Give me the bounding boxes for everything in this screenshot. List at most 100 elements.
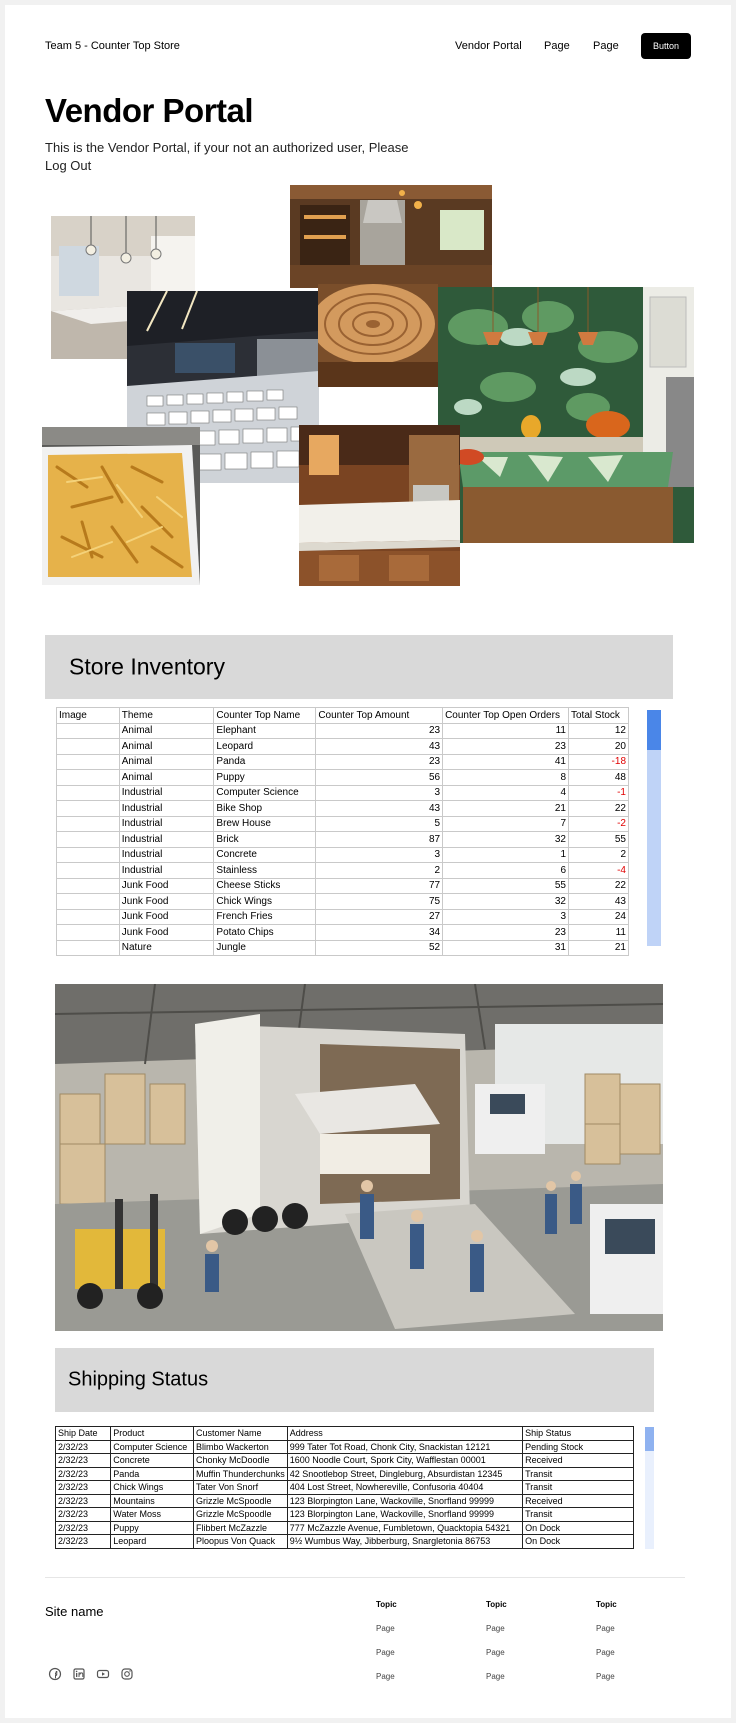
amount-cell[interactable]: 27 [315,908,444,925]
column-header[interactable]: Counter Top Open Orders [442,707,569,724]
theme-cell[interactable]: Animal [118,722,215,739]
open-orders-cell[interactable]: 21 [442,800,569,817]
image-cell[interactable] [56,924,120,941]
total-stock-cell[interactable]: -18 [568,753,629,770]
customer-cell[interactable]: Grizzle McSpoodle [193,1507,288,1522]
footer-link[interactable]: Page [376,1648,456,1662]
total-stock-cell[interactable]: -2 [568,815,629,832]
product-cell[interactable]: Chick Wings [110,1480,195,1495]
footer-link[interactable]: Page [596,1648,676,1662]
column-header[interactable]: Ship Date [54,1426,112,1441]
name-cell[interactable]: Chick Wings [213,893,317,910]
table-row[interactable]: 2/32/23 Puppy Flibbert McZazzle 777 McZazzl… [54,1520,634,1535]
name-cell[interactable]: French Fries [213,908,317,925]
open-orders-cell[interactable]: 32 [442,831,569,848]
ship-date-cell[interactable]: 2/32/23 [54,1480,112,1495]
linkedin-icon[interactable] [72,1667,86,1681]
amount-cell[interactable]: 3 [315,784,444,801]
footer-link[interactable]: Page [486,1624,566,1638]
amount-cell[interactable]: 52 [315,939,444,956]
image-cell[interactable] [56,769,120,786]
open-orders-cell[interactable]: 6 [442,862,569,879]
theme-cell[interactable]: Animal [118,738,215,755]
ship-status-cell[interactable]: Received [522,1493,634,1508]
image-cell[interactable] [56,815,120,832]
image-cell[interactable] [56,722,120,739]
open-orders-cell[interactable]: 23 [442,738,569,755]
image-cell[interactable] [56,893,120,910]
name-cell[interactable]: Panda [213,753,317,770]
theme-cell[interactable]: Junk Food [118,924,215,941]
ship-date-cell[interactable]: 2/32/23 [54,1520,112,1535]
facebook-icon[interactable] [48,1667,62,1681]
column-header[interactable]: Counter Top Amount [315,707,444,724]
address-cell[interactable]: 9½ Wumbus Way, Jibberburg, Snargletonia … [286,1534,524,1549]
amount-cell[interactable]: 5 [315,815,444,832]
nav-link-page-2[interactable]: Page [593,40,619,52]
shipping-scrollbar[interactable] [645,1427,654,1549]
total-stock-cell[interactable]: -4 [568,862,629,879]
table-row[interactable]: 2/32/23 Computer Science Blimbo Wackerton 9… [54,1439,634,1454]
image-cell[interactable] [56,753,120,770]
open-orders-cell[interactable]: 4 [442,784,569,801]
shipping-scrollbar-thumb[interactable] [645,1427,654,1451]
footer-link[interactable]: Page [596,1624,676,1638]
theme-cell[interactable]: Nature [118,939,215,956]
total-stock-cell[interactable]: 20 [568,738,629,755]
footer-link[interactable]: Page [486,1672,566,1686]
footer-link[interactable]: Page [486,1648,566,1662]
customer-cell[interactable]: Grizzle McSpoodle [193,1493,288,1508]
total-stock-cell[interactable]: 48 [568,769,629,786]
total-stock-cell[interactable]: 24 [568,908,629,925]
ship-date-cell[interactable]: 2/32/23 [54,1507,112,1522]
address-cell[interactable]: 999 Tater Tot Road, Chonk City, Snackist… [286,1439,524,1454]
table-row[interactable]: 2/32/23 Leopard Ploopus Von Quack 9½ Wumbus… [54,1534,634,1549]
ship-status-cell[interactable]: On Dock [522,1534,634,1549]
name-cell[interactable]: Brew House [213,815,317,832]
customer-cell[interactable]: Chonky McDoodle [193,1453,288,1468]
table-row[interactable]: Animal Panda 23 41 -18 [56,753,629,770]
product-cell[interactable]: Water Moss [110,1507,195,1522]
column-header[interactable]: Theme [118,707,215,724]
customer-cell[interactable]: Flibbert McZazzle [193,1520,288,1535]
table-row[interactable]: Junk Food French Fries 27 3 24 [56,908,629,925]
theme-cell[interactable]: Industrial [118,831,215,848]
footer-link[interactable]: Page [376,1624,456,1638]
theme-cell[interactable]: Animal [118,753,215,770]
address-cell[interactable]: 1600 Noodle Court, Spork City, Wafflesta… [286,1453,524,1468]
name-cell[interactable]: Computer Science [213,784,317,801]
column-header[interactable]: Address [286,1426,524,1441]
ship-date-cell[interactable]: 2/32/23 [54,1466,112,1481]
image-cell[interactable] [56,939,120,956]
ship-status-cell[interactable]: Pending Stock [522,1439,634,1454]
table-row[interactable]: Animal Leopard 43 23 20 [56,738,629,755]
name-cell[interactable]: Stainless [213,862,317,879]
amount-cell[interactable]: 87 [315,831,444,848]
table-row[interactable]: 2/32/23 Concrete Chonky McDoodle 1600 Noodl… [54,1453,634,1468]
name-cell[interactable]: Jungle [213,939,317,956]
open-orders-cell[interactable]: 3 [442,908,569,925]
theme-cell[interactable]: Industrial [118,862,215,879]
product-cell[interactable]: Panda [110,1466,195,1481]
open-orders-cell[interactable]: 41 [442,753,569,770]
total-stock-cell[interactable]: 43 [568,893,629,910]
table-row[interactable]: Junk Food Potato Chips 34 23 11 [56,924,629,941]
nav-button[interactable]: Button [641,33,691,59]
footer-link[interactable]: Page [376,1672,456,1686]
footer-link[interactable]: Page [596,1672,676,1686]
inventory-scrollbar[interactable] [647,710,661,946]
open-orders-cell[interactable]: 11 [442,722,569,739]
theme-cell[interactable]: Junk Food [118,877,215,894]
total-stock-cell[interactable]: 55 [568,831,629,848]
total-stock-cell[interactable]: 21 [568,939,629,956]
address-cell[interactable]: 123 Blorpington Lane, Wackoville, Snorfl… [286,1493,524,1508]
amount-cell[interactable]: 77 [315,877,444,894]
theme-cell[interactable]: Animal [118,769,215,786]
amount-cell[interactable]: 75 [315,893,444,910]
product-cell[interactable]: Leopard [110,1534,195,1549]
image-cell[interactable] [56,784,120,801]
image-cell[interactable] [56,738,120,755]
table-row[interactable]: 2/32/23 Water Moss Grizzle McSpoodle 123 Bl… [54,1507,634,1522]
ship-date-cell[interactable]: 2/32/23 [54,1493,112,1508]
customer-cell[interactable]: Blimbo Wackerton [193,1439,288,1454]
